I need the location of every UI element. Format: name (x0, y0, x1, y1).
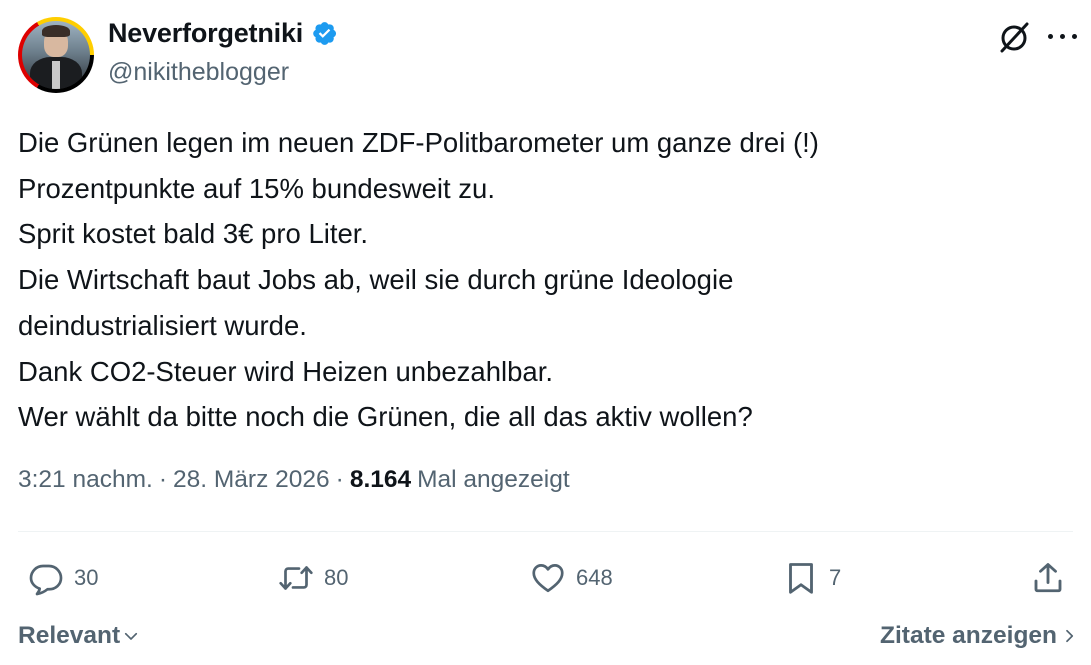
bookmark-count: 7 (829, 565, 842, 590)
tweet-line: deindustrialisiert wurde. (18, 309, 307, 341)
chevron-down-icon (125, 632, 138, 640)
bookmark-icon (789, 563, 813, 594)
tweet-line: Prozentpunkte auf 15% bundesweit zu. (18, 172, 495, 204)
tweet-date[interactable]: 28. März 2026 (173, 466, 330, 494)
retweet-button[interactable]: 80 (278, 558, 348, 598)
avatar[interactable] (18, 17, 94, 93)
author-display-name[interactable]: Neverforgetniki (108, 18, 303, 49)
more-options-icon[interactable] (1046, 30, 1080, 44)
reply-count: 30 (74, 565, 99, 590)
quotes-label: Zitate anzeigen (880, 622, 1057, 649)
heart-icon (532, 564, 564, 593)
author-handle[interactable]: @nikitheblogger (108, 58, 289, 87)
tweet-line: Wer wählt da bitte noch die Grünen, die … (18, 401, 753, 433)
retweet-count: 80 (324, 565, 349, 590)
share-icon (1034, 563, 1062, 593)
verified-badge-icon[interactable] (311, 20, 338, 47)
author-name-row: Neverforgetniki (108, 18, 338, 49)
views-count: 8.164 (349, 466, 412, 493)
avatar-figure-hair (42, 25, 70, 37)
retweet-icon (279, 566, 313, 590)
view-quotes-link[interactable]: Zitate anzeigen (880, 622, 1077, 650)
tweet-line: Die Grünen legen im neuen ZDF-Politbarom… (18, 127, 819, 158)
like-count: 648 (576, 565, 613, 590)
bookmark-button[interactable]: 7 (783, 558, 841, 598)
tweet-time[interactable]: 3:21 nachm. (18, 466, 153, 494)
reply-icon (29, 564, 63, 596)
meta-separator: · (158, 466, 168, 493)
reply-button[interactable]: 30 (28, 558, 98, 598)
avatar-photo (22, 21, 90, 89)
views-label: Mal angezeigt (417, 466, 570, 493)
tweet-meta: 3:21 nachm. · 28. März 2026 · 8.164 Mal … (18, 466, 570, 494)
tweet-line: Die Wirtschaft baut Jobs ab, weil sie du… (18, 264, 734, 296)
grok-icon[interactable] (996, 20, 1032, 56)
divider (18, 531, 1073, 532)
tweet-line: Sprit kostet bald 3€ pro Liter. (18, 218, 369, 250)
sort-relevant-dropdown[interactable]: Relevant (18, 622, 140, 650)
tweet-text: Die Grünen legen im neuen ZDF-Politbarom… (18, 120, 1078, 440)
like-button[interactable]: 648 (530, 558, 613, 598)
sort-label: Relevant (18, 622, 121, 649)
chevron-right-icon (1066, 629, 1074, 643)
meta-separator: · (335, 466, 344, 493)
avatar-figure-stripe (52, 61, 60, 89)
share-button[interactable] (1030, 558, 1066, 598)
tweet-line: Dank CO2-Steuer wird Heizen unbezahlbar. (18, 355, 554, 387)
